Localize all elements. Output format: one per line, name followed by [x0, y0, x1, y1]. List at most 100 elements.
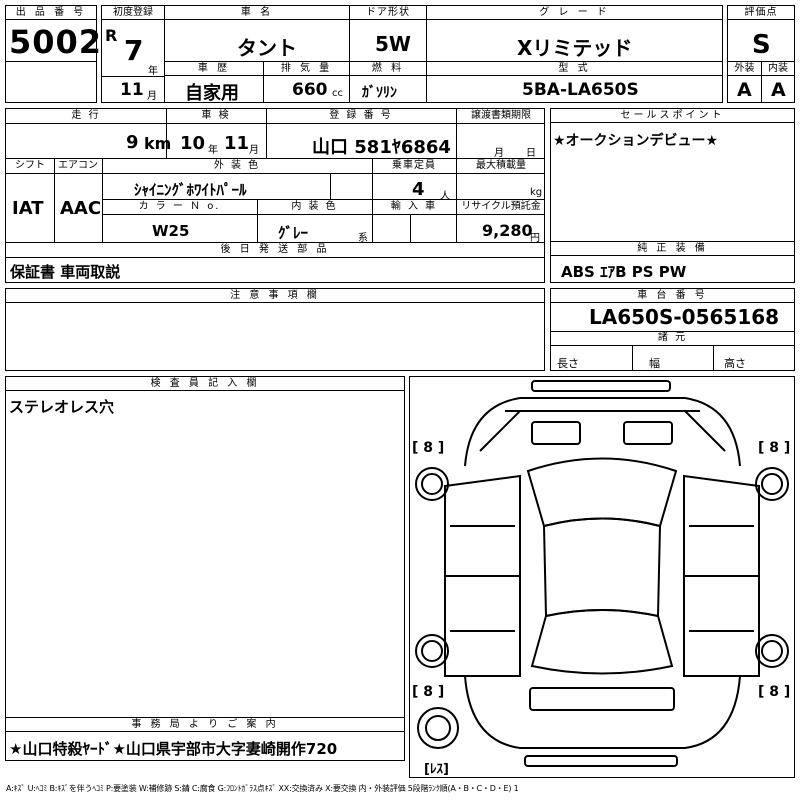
- caution-label: 注 意 事 項 欄: [6, 289, 544, 303]
- first-reg-divider: [102, 76, 164, 77]
- reg-number-label: 登 録 番 号: [329, 110, 393, 121]
- inspection-year-unit: 年: [208, 145, 218, 156]
- first-reg-year: 7: [124, 34, 144, 67]
- history-box: 車 歴 自家用: [164, 61, 264, 104]
- interior-color: ｸﾞﾚｰ: [278, 224, 309, 242]
- later-parts: 保証書 車両取説: [10, 263, 121, 281]
- tailgate: [529, 687, 675, 711]
- v-color-split: [330, 173, 331, 199]
- roof: [542, 517, 662, 618]
- inspector-box: 検 査 員 記 入 欄 ステレオレス穴: [5, 376, 405, 718]
- tire-front-left: [415, 467, 449, 501]
- first-reg-era: R: [105, 26, 118, 45]
- tire-rear-right: [755, 634, 789, 668]
- car-name-box: 車 名 タント: [164, 5, 350, 62]
- row2-header-line: [6, 173, 544, 174]
- displacement: 660: [292, 80, 328, 100]
- interior-box: 内装 A: [761, 61, 795, 103]
- v-ac: [102, 159, 103, 243]
- caution-box: 注 意 事 項 欄: [5, 288, 545, 371]
- history-label: 車 歴: [165, 62, 263, 76]
- hood: [464, 397, 741, 467]
- mileage: 9: [126, 132, 139, 153]
- office-box: 事 務 局 よ り ご 案 内 ★山口特殺ﾔｰﾄﾞ★山口県宇部市大字妻崎開作72…: [5, 717, 405, 761]
- tire-rear-left-depth: [ 8 ]: [412, 684, 445, 700]
- vehicle-info-box: 走 行 車 検 登 録 番 号 譲渡書類期限 9 km 10 年 11 月 山口…: [5, 108, 545, 283]
- recycle-fee: 9,280: [482, 221, 533, 240]
- shift: IAT: [12, 198, 44, 219]
- capacity-label: 乗車定員: [392, 160, 436, 171]
- exterior-score: A: [737, 79, 752, 101]
- displacement-label: 排 気 量: [264, 62, 349, 76]
- inspection-year: 10: [180, 133, 206, 154]
- transfer-deadline-label: 譲渡書類期限: [471, 110, 531, 121]
- v-colorno: [257, 200, 258, 243]
- v-mileage: [166, 109, 167, 159]
- transfer-day-unit: 日: [526, 148, 536, 159]
- windshield: [526, 457, 678, 528]
- inspection-month-unit: 月: [249, 145, 259, 156]
- mileage-label: 走 行: [71, 110, 101, 121]
- inspector-note: ステレオレス穴: [9, 398, 115, 416]
- score-box: 評価点 S: [727, 5, 795, 62]
- tire-front-right-inner: [761, 473, 783, 495]
- v-length: [632, 345, 633, 371]
- rear-section: [464, 675, 741, 749]
- inspection-label: 車 検: [201, 110, 231, 121]
- equipment: ABS ｴｱB PS PW: [561, 263, 687, 281]
- tire-rear-right-inner: [761, 640, 783, 662]
- office-note: ★山口特殺ﾔｰﾄﾞ★山口県宇部市大字妻崎開作720: [9, 740, 338, 758]
- row3-header-line: [102, 214, 544, 215]
- color-label: 外 装 色: [213, 160, 261, 171]
- first-reg-box: 初度登録 R 7 年 11 月: [101, 5, 165, 103]
- sales-point: ★オークションデビュー★: [553, 133, 719, 149]
- model-label: 型 式: [427, 62, 722, 76]
- spec-line: [551, 345, 794, 346]
- office-label: 事 務 局 よ り ご 案 内: [6, 718, 404, 732]
- shift-label: シフト: [15, 160, 45, 171]
- row1-header-line: [6, 123, 544, 124]
- car-diagram: [415, 380, 789, 767]
- first-reg-month-unit: 月: [147, 91, 157, 102]
- max-load-label: 最大積載量: [476, 160, 526, 171]
- sales-point-box: セールスポイント ★オークションデビュー★: [550, 108, 795, 242]
- v-shift: [54, 159, 55, 243]
- fuel: ｶﾞｿﾘﾝ: [362, 85, 397, 101]
- body-color: ｼｬｲﾆﾝｸﾞﾎﾜｲﾄﾊﾟｰﾙ: [134, 181, 247, 199]
- sales-point-label: セールスポイント: [551, 109, 794, 123]
- ac-label: エアコン: [58, 160, 98, 171]
- displacement-unit: cc: [332, 88, 343, 99]
- spare-tire-inner: [425, 715, 451, 741]
- first-reg-label: 初度登録: [102, 6, 164, 20]
- front-bumper: [531, 380, 671, 392]
- tire-rear-left-inner: [421, 640, 443, 662]
- v-inspection: [266, 109, 267, 159]
- damage-legend: A:ｷｽﾞ U:ﾍｺﾐ B:ｷｽﾞを伴うﾍｺﾐ P:要塗装 W:補修跡 S:錆 …: [6, 784, 519, 793]
- window-lines: [450, 525, 754, 632]
- chassis-label: 車 台 番 号: [551, 289, 794, 303]
- air-conditioner: AAC: [60, 198, 102, 219]
- first-reg-month: 11: [120, 80, 144, 100]
- equipment-box: 純 正 装 備 ABS ｴｱB PS PW: [550, 241, 795, 283]
- chassis-number: LA650S-0565168: [589, 305, 780, 329]
- history: 自家用: [185, 83, 239, 104]
- later-parts-label: 後 日 発 送 部 品: [220, 244, 330, 255]
- v-load: [456, 159, 457, 243]
- fuel-box: 燃 料 ｶﾞｿﾘﾝ: [349, 61, 427, 103]
- tire-front-left-inner: [421, 473, 443, 495]
- grade-box: グ レ ー ド Xリミテッド: [426, 5, 723, 62]
- grille-left: [531, 421, 581, 445]
- tire-front-right: [755, 467, 789, 501]
- spare-tire: [417, 707, 459, 749]
- grade-label: グ レ ー ド: [427, 6, 722, 20]
- inspector-label: 検 査 員 記 入 欄: [6, 377, 404, 391]
- chassis-box: 車 台 番 号 LA650S-0565168 諸 元 長さ 幅 高さ: [550, 288, 795, 371]
- transfer-month-unit: 月: [494, 148, 504, 159]
- capacity: 4: [412, 179, 425, 200]
- car-name: タント: [237, 36, 297, 60]
- rear-window: [530, 609, 674, 675]
- lot-label: 出 品 番 号: [6, 6, 96, 20]
- tire-rear-right-depth: [ 8 ]: [758, 684, 791, 700]
- displacement-box: 排 気 量 660 cc: [263, 61, 350, 103]
- headlight-lines: [479, 410, 726, 452]
